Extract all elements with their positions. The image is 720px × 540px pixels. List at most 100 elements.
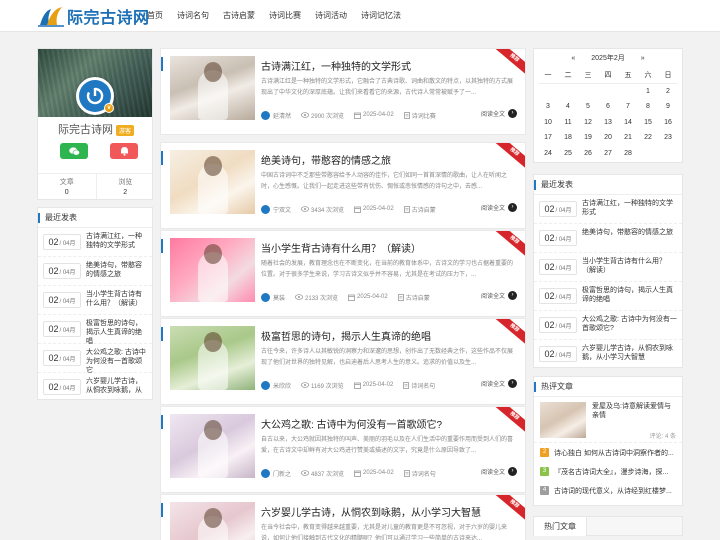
calendar-day[interactable]: 14: [618, 115, 638, 131]
hot-feature-title[interactable]: 爱屋及乌:诗意解读爱情与亲情: [592, 402, 676, 420]
hot-list-item[interactable]: 2 诗心独白 如何从古诗词中洞察作者的...: [534, 443, 682, 462]
article-category[interactable]: 古诗启蒙: [406, 293, 430, 302]
article-title[interactable]: 极富哲思的诗句，揭示人生真谛的绝唱: [261, 328, 431, 343]
article-category[interactable]: 诗词比赛: [412, 111, 436, 120]
hot-item-title[interactable]: 古诗词的现代意义，从诗经到红楼梦...: [554, 486, 672, 496]
nav-item-enlightenment[interactable]: 古诗启蒙: [216, 0, 262, 32]
avatar[interactable]: v: [76, 77, 114, 115]
calendar-day[interactable]: 7: [618, 99, 638, 115]
calendar-day[interactable]: 25: [558, 146, 578, 162]
calendar-day[interactable]: 5: [578, 99, 598, 115]
calendar-day[interactable]: 11: [558, 115, 578, 131]
calendar-next-button[interactable]: »: [641, 55, 645, 62]
recent-title[interactable]: 当小学生背古诗有什么用？（解读）: [582, 257, 677, 275]
list-item[interactable]: 02/ 04月 当小学生背古诗有什么用？（解读）: [38, 286, 152, 315]
article-thumbnail[interactable]: [170, 326, 255, 390]
calendar-day[interactable]: 20: [598, 130, 618, 146]
list-item[interactable]: 02/ 04月 六岁婴儿学古诗，从恫农到咏鹅，从小学习大智慧: [534, 340, 682, 369]
calendar-day[interactable]: 15: [638, 115, 658, 131]
nav-item-competition[interactable]: 诗词比赛: [262, 0, 308, 32]
calendar-day[interactable]: 2: [658, 84, 678, 100]
calendar-day[interactable]: 1: [638, 84, 658, 100]
list-item[interactable]: 02/ 04月 大公鸡之歌: 古诗中为何没有一首歌颂它: [38, 344, 152, 375]
notify-button[interactable]: [110, 143, 138, 159]
nav-item-home[interactable]: 首页: [140, 0, 170, 32]
wechat-button[interactable]: [60, 143, 88, 159]
calendar-day[interactable]: 21: [618, 130, 638, 146]
list-item[interactable]: 02/ 04月 绝美诗句，带憨容的情感之旅: [38, 257, 152, 286]
article-title[interactable]: 六岁婴儿学古诗，从恫农到咏鹅，从小学习大智慧: [261, 504, 481, 519]
recent-title[interactable]: 绝美诗句，带憨容的情感之旅: [86, 261, 147, 279]
nav-item-famous-lines[interactable]: 诗词名句: [170, 0, 216, 32]
calendar-prev-button[interactable]: «: [571, 55, 575, 62]
calendar-day[interactable]: 17: [538, 130, 558, 146]
recent-title[interactable]: 当小学生背古诗有什么用？（解读）: [86, 290, 147, 308]
recent-title[interactable]: 极富哲思的诗句，揭示人生真谛的绝唱: [582, 286, 677, 304]
article-title[interactable]: 大公鸡之歌: 古诗中为何没有一首歌颂它?: [261, 416, 442, 431]
calendar-day[interactable]: 4: [558, 99, 578, 115]
recent-title[interactable]: 六岁婴儿学古诗，从恫农到咏鹅，从: [86, 377, 147, 395]
author-name[interactable]: 门新之: [273, 469, 291, 478]
article-category[interactable]: 古诗启蒙: [412, 205, 436, 214]
calendar-day[interactable]: 8: [638, 99, 658, 115]
list-item[interactable]: 02/ 04月 绝美诗句，带憨容的情感之旅: [534, 224, 682, 253]
calendar-day[interactable]: 10: [538, 115, 558, 131]
calendar-day[interactable]: 9: [658, 99, 678, 115]
calendar-day[interactable]: 12: [578, 115, 598, 131]
article-thumbnail[interactable]: [170, 414, 255, 478]
hot-item-title[interactable]: 诗心独白 如何从古诗词中洞察作者的...: [554, 448, 674, 458]
read-more-link[interactable]: 阅读全文 ›: [481, 109, 517, 118]
calendar-day[interactable]: 3: [538, 99, 558, 115]
article-thumbnail[interactable]: [170, 56, 255, 120]
recent-title[interactable]: 大公鸡之歌: 古诗中为何没有一首歌颂它: [86, 348, 147, 375]
list-item[interactable]: 02/ 04月 古诗满江红，一种独特的文学形式: [534, 195, 682, 224]
read-more-link[interactable]: 阅读全文 ›: [481, 467, 517, 476]
author-name[interactable]: 米欣欣: [273, 381, 291, 390]
hot-list-item[interactable]: 3 『茂名古诗词大全』，漫步诗海，探...: [534, 462, 682, 481]
article-thumbnail[interactable]: [170, 150, 255, 214]
hot-item-title[interactable]: 『茂名古诗词大全』，漫步诗海，探...: [554, 467, 668, 477]
recent-title[interactable]: 极富哲思的诗句，揭示人生真谛的绝唱: [86, 319, 147, 346]
read-more-link[interactable]: 阅读全文 ›: [481, 379, 517, 388]
tab-secondary[interactable]: [587, 517, 607, 536]
calendar-day[interactable]: 16: [658, 115, 678, 131]
author-name[interactable]: 延清然: [273, 111, 291, 120]
calendar-day[interactable]: 6: [598, 99, 618, 115]
calendar-day[interactable]: 28: [618, 146, 638, 162]
hot-feature-item[interactable]: 爱屋及乌:诗意解读爱情与亲情 评论: 4 条: [534, 397, 682, 443]
article-title[interactable]: 古诗满江红，一种独特的文学形式: [261, 58, 411, 73]
recent-title[interactable]: 绝美诗句，带憨容的情感之旅: [582, 228, 673, 237]
article-thumbnail[interactable]: [170, 502, 255, 540]
calendar-day[interactable]: 19: [578, 130, 598, 146]
list-item[interactable]: 02/ 04月 当小学生背古诗有什么用？（解读）: [534, 253, 682, 282]
recent-title[interactable]: 大公鸡之歌: 古诗中为何没有一首歌颂它?: [582, 315, 677, 333]
recent-title[interactable]: 古诗满江红，一种独特的文学形式: [86, 232, 147, 250]
article-thumbnail[interactable]: [170, 238, 255, 302]
calendar-day[interactable]: 22: [638, 130, 658, 146]
article-title[interactable]: 当小学生背古诗有什么用？（解读）: [261, 240, 421, 255]
calendar-day[interactable]: 13: [598, 115, 618, 131]
list-item[interactable]: 02/ 04月 大公鸡之歌: 古诗中为何没有一首歌颂它?: [534, 311, 682, 340]
hot-thumbnail[interactable]: [540, 402, 586, 438]
article-category[interactable]: 诗词名句: [411, 381, 435, 390]
list-item[interactable]: 02/ 04月 六岁婴儿学古诗，从恫农到咏鹅，从: [38, 373, 152, 402]
calendar-day[interactable]: 24: [538, 146, 558, 162]
nav-item-memory[interactable]: 诗词记忆法: [354, 0, 408, 32]
calendar-day[interactable]: 23: [658, 130, 678, 146]
read-more-link[interactable]: 阅读全文 ›: [481, 203, 517, 212]
author-name[interactable]: 宁双文: [273, 205, 291, 214]
recent-title[interactable]: 古诗满江红，一种独特的文学形式: [582, 199, 677, 217]
site-logo[interactable]: 际完古诗网: [38, 4, 150, 28]
nav-item-activity[interactable]: 诗词活动: [308, 0, 354, 32]
calendar-day[interactable]: 26: [578, 146, 598, 162]
calendar-day[interactable]: 18: [558, 130, 578, 146]
recent-title[interactable]: 六岁婴儿学古诗，从恫农到咏鹅，从小学习大智慧: [582, 344, 677, 362]
list-item[interactable]: 02/ 04月 古诗满江红，一种独特的文学形式: [38, 228, 152, 257]
calendar-day[interactable]: 27: [598, 146, 618, 162]
read-more-link[interactable]: 阅读全文 ›: [481, 291, 517, 300]
hot-list-item[interactable]: 4 古诗词的现代意义，从诗经到红楼梦...: [534, 481, 682, 500]
article-title[interactable]: 绝美诗句，带憨容的情感之旅: [261, 152, 391, 167]
list-item[interactable]: 02/ 04月 极富哲思的诗句，揭示人生真谛的绝唱: [38, 315, 152, 346]
tab-hot-articles[interactable]: 热门文章: [534, 517, 587, 536]
list-item[interactable]: 02/ 04月 极富哲思的诗句，揭示人生真谛的绝唱: [534, 282, 682, 311]
